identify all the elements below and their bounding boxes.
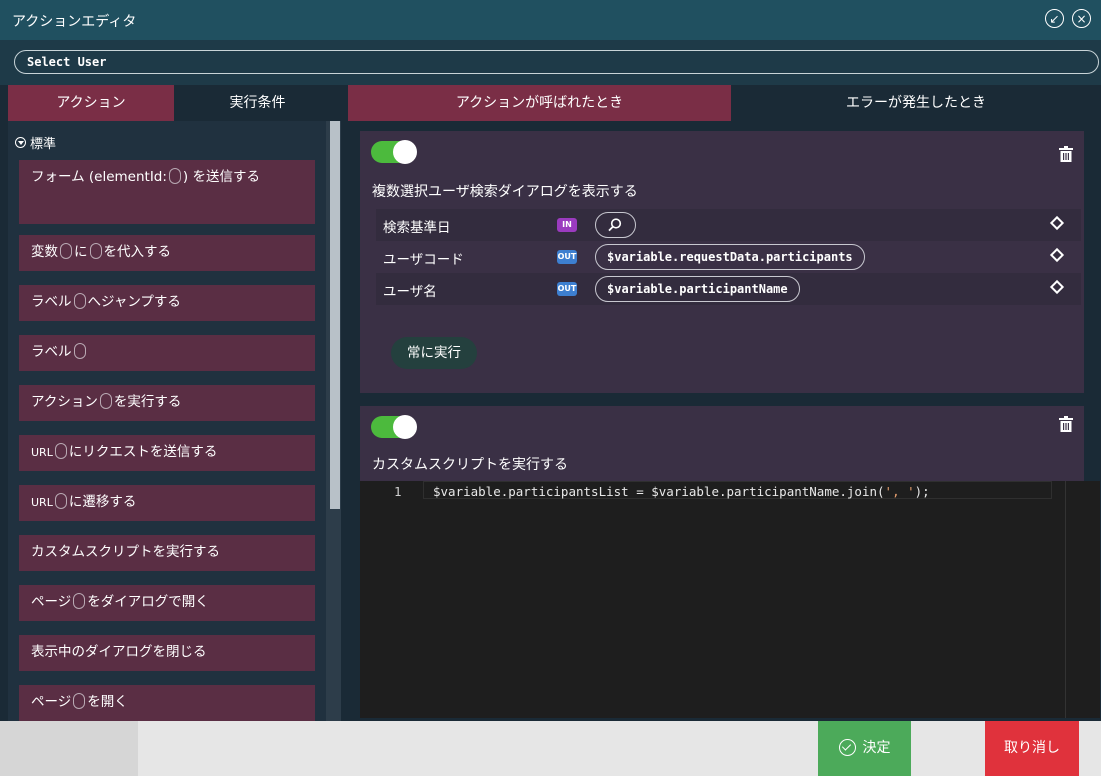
eraser-icon[interactable] [1049, 279, 1065, 295]
action-label: に [74, 244, 88, 260]
select-user-field[interactable]: Select User [14, 50, 1099, 74]
action-open-page[interactable]: ページ を開く [19, 685, 315, 721]
action-label: に遷移する [68, 494, 137, 510]
slot-placeholder [54, 493, 67, 509]
action-label: フォーム (elementId: [31, 169, 167, 185]
action-label: にリクエストを送信する [68, 444, 218, 460]
tab-conditions[interactable]: 実行条件 [174, 85, 341, 121]
out-badge: OUT [557, 282, 577, 296]
trash-icon[interactable] [1059, 416, 1073, 432]
eraser-icon[interactable] [1049, 215, 1065, 231]
trash-icon[interactable] [1059, 146, 1073, 162]
action-jump-label[interactable]: ラベル へジャンプする [19, 285, 315, 321]
code-text: ); [914, 484, 930, 499]
section-label: 標準 [30, 137, 57, 152]
slot-placeholder [73, 343, 86, 359]
action-label: ページ [31, 594, 72, 610]
cancel-button[interactable]: 取り消し [985, 721, 1079, 776]
code-text: $variable.participantsList = $variable.p… [433, 484, 885, 499]
param-name: ユーザ名 [383, 284, 437, 300]
action-label: アクション [31, 394, 98, 410]
slot-placeholder [54, 443, 67, 459]
action-label[interactable]: ラベル [19, 335, 315, 371]
variable-field[interactable]: $variable.participantName [595, 276, 800, 302]
action-label: をダイアログで開く [87, 594, 209, 610]
footer: 決定 取り消し [0, 721, 1101, 776]
slot-placeholder [89, 243, 102, 259]
user-bar: Select User [0, 40, 1101, 85]
action-custom-script[interactable]: カスタムスクリプトを実行する [19, 535, 315, 571]
action-label: を代入する [103, 244, 172, 260]
action-submit-form[interactable]: フォーム (elementId: ) を送信する [19, 160, 315, 224]
script-editor[interactable]: 1 $variable.participantsList = $variable… [360, 481, 1100, 718]
ok-label: 決定 [862, 740, 891, 756]
action-label: を実行する [113, 394, 182, 410]
window-title: アクションエディタ [12, 14, 137, 30]
search-date-field[interactable] [595, 212, 636, 238]
action-card: 複数選択ユーザ検索ダイアログを表示する 検索基準日 IN ユーザコード OUT … [360, 131, 1084, 393]
code-line[interactable]: $variable.participantsList = $variable.p… [433, 484, 930, 499]
line-number: 1 [394, 484, 402, 499]
editor-margin [1065, 481, 1066, 718]
param-name: 検索基準日 [383, 220, 451, 236]
check-circle-icon [838, 739, 856, 756]
param-row: ユーザ名 OUT $variable.participantName [376, 273, 1081, 305]
action-assign-variable[interactable]: 変数にを代入する [19, 235, 315, 271]
action-label: ページ [31, 694, 72, 710]
ok-button[interactable]: 決定 [818, 721, 911, 776]
action-label: URL [31, 446, 53, 459]
out-badge: OUT [557, 250, 577, 264]
param-row: 検索基準日 IN [376, 209, 1081, 241]
action-list: 複数選択ユーザ検索ダイアログを表示する 検索基準日 IN ユーザコード OUT … [341, 121, 1101, 721]
footer-left [0, 721, 138, 776]
action-run-action[interactable]: アクション を実行する [19, 385, 315, 421]
action-label: カスタムスクリプトを実行する [31, 544, 220, 560]
slot-placeholder [99, 393, 112, 409]
action-close-dialog[interactable]: 表示中のダイアログを閉じる [19, 635, 315, 671]
action-card: カスタムスクリプトを実行する [360, 406, 1084, 481]
code-string: ', ' [884, 484, 915, 499]
action-palette: 標準 フォーム (elementId:) を送信する 変数にを代入する ラベルへ… [8, 121, 341, 721]
slot-placeholder [168, 168, 181, 184]
collapse-icon [15, 137, 26, 148]
title-bar: アクションエディタ ↙ × [0, 0, 1101, 40]
param-name: ユーザコード [383, 252, 464, 268]
tab-on-called[interactable]: アクションが呼ばれたとき [348, 85, 731, 121]
action-label: 表示中のダイアログを閉じる [31, 644, 207, 660]
minimize-icon[interactable]: ↙ [1045, 9, 1064, 28]
action-label: を開く [87, 694, 128, 710]
action-open-dialog[interactable]: ページ をダイアログで開く [19, 585, 315, 621]
slot-placeholder [60, 243, 72, 259]
variable-field[interactable]: $variable.requestData.participants [595, 244, 865, 270]
palette-scrollbar-thumb[interactable] [330, 121, 340, 509]
eraser-icon[interactable] [1049, 247, 1065, 263]
action-label: 変数 [31, 244, 58, 260]
slot-placeholder [73, 693, 86, 709]
action-label: URL [31, 496, 53, 509]
close-icon[interactable]: × [1072, 9, 1091, 28]
tab-on-error[interactable]: エラーが発生したとき [731, 85, 1101, 121]
slot-placeholder [73, 293, 86, 309]
enable-toggle[interactable] [371, 140, 417, 164]
in-badge: IN [557, 218, 577, 232]
enable-toggle[interactable] [371, 415, 417, 439]
action-label: へジャンプする [87, 294, 181, 310]
action-send-request[interactable]: URL にリクエストを送信する [19, 435, 315, 471]
condition-button[interactable]: 常に実行 [391, 337, 477, 369]
action-label-text: ラベル [31, 344, 72, 360]
action-label: ) を送信する [182, 169, 260, 185]
action-navigate-url[interactable]: URL に遷移する [19, 485, 315, 521]
slot-placeholder [73, 593, 86, 609]
search-icon [608, 218, 622, 232]
tab-action[interactable]: アクション [8, 85, 174, 121]
section-standard[interactable]: 標準 [15, 133, 56, 152]
card-title: カスタムスクリプトを実行する [372, 457, 568, 473]
card-title: 複数選択ユーザ検索ダイアログを表示する [372, 184, 638, 200]
action-label: ラベル [31, 294, 72, 310]
param-row: ユーザコード OUT $variable.requestData.partici… [376, 241, 1081, 273]
